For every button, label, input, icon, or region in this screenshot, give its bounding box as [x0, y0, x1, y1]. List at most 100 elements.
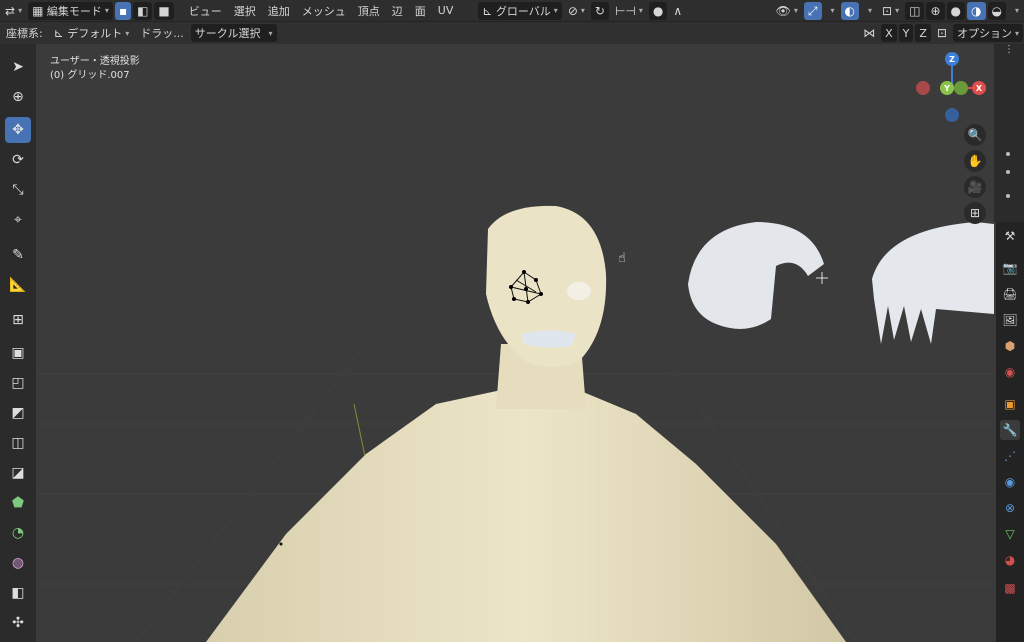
tab-texture[interactable]: ▩ [1000, 578, 1020, 598]
pan-button[interactable]: ✋ [964, 150, 986, 172]
panel-toggle-icon[interactable]: ⋮ [1004, 44, 1014, 64]
pencil-icon: ✎ [12, 247, 24, 263]
menu-uv[interactable]: UV [432, 2, 460, 20]
orientation-value: デフォルト [67, 27, 123, 40]
gizmo-z[interactable]: Z [945, 52, 959, 66]
hand-cursor: ☝ [618, 251, 626, 266]
annotate-tool-button[interactable]: ✎ [5, 242, 31, 268]
shading-material[interactable]: ◑ [967, 1, 986, 20]
tab-modifiers[interactable]: 🔧 [1000, 420, 1020, 440]
butterfly-icon-button[interactable]: ⋈ [859, 24, 879, 42]
poly-build-tool-button[interactable]: ⬟ [5, 490, 31, 516]
tab-output[interactable]: 🖨 [1000, 284, 1020, 304]
overlay-toggle[interactable]: ◐ [840, 1, 860, 20]
smooth-tool-button[interactable]: ◍ [5, 550, 31, 576]
transform-orientation-dropdown[interactable]: ⊾ グローバル ▾ [478, 1, 562, 20]
falloff-dropdown[interactable]: ∧ [669, 2, 686, 20]
menu-select[interactable]: 選択 [228, 2, 262, 20]
material-tab-icon: ◕ [1004, 553, 1016, 567]
mirror-x-toggle[interactable]: X [881, 24, 897, 42]
proportional-toggle[interactable]: ● [648, 1, 668, 20]
menu-mesh[interactable]: メッシュ [296, 2, 352, 20]
xray-toggle[interactable]: ◫ [905, 1, 925, 20]
shading-wireframe[interactable]: ⊕ [926, 1, 945, 20]
gizmo-neg-x[interactable] [916, 81, 930, 95]
edge-slide-tool-button[interactable]: ◧ [5, 580, 31, 606]
face-select-button[interactable]: ■ [154, 1, 174, 20]
rotate-tool-button[interactable]: ⟳ [5, 147, 31, 173]
menu-vertex[interactable]: 頂点 [352, 2, 386, 20]
tab-material[interactable]: ◕ [1000, 550, 1020, 570]
zoom-button[interactable]: 🔍 [964, 124, 986, 146]
loop-cut-tool-button[interactable]: ◫ [5, 430, 31, 456]
visibility-dropdown[interactable]: 👁 ▾ [772, 2, 802, 20]
knife-tool-button[interactable]: ◪ [5, 460, 31, 486]
constraint-icon: ⊗ [1004, 501, 1016, 515]
mirror-y-toggle[interactable]: Y [898, 24, 914, 42]
gizmo-toggle[interactable]: ⤢ [803, 1, 822, 20]
object-icon: ▣ [1004, 397, 1016, 411]
tab-scene[interactable]: ⬢ [1000, 336, 1020, 356]
options-dropdown[interactable]: オプション ▾ [952, 24, 1023, 42]
wrench-icon: 🔧 [1002, 423, 1018, 437]
menu-edge[interactable]: 辺 [386, 2, 409, 20]
overlay-dropdown[interactable]: ▾ [861, 2, 876, 20]
gizmo-neg-y[interactable] [954, 81, 968, 95]
menu-add[interactable]: 追加 [262, 2, 296, 20]
mesh-options-icon: ⊡ [936, 26, 947, 40]
gizmo-x[interactable]: X [972, 81, 986, 95]
dot-3 [1006, 194, 1010, 198]
move-tool-button[interactable]: ✥ [5, 117, 31, 143]
inset-icon: ◰ [11, 375, 25, 391]
shading-dropdown[interactable]: ▾ [1008, 2, 1023, 20]
tab-world[interactable]: ◉ [1000, 362, 1020, 382]
tab-particles[interactable]: ⋰ [1000, 446, 1020, 466]
tab-render[interactable]: 📷 [1000, 258, 1020, 278]
zoom-icon: 🔍 [967, 128, 983, 142]
camera-view-button[interactable]: 🎥 [964, 176, 986, 198]
orientation-dropdown[interactable]: ⊾ デフォルト ▾ [50, 24, 134, 42]
measure-tool-button[interactable]: 📐 [5, 272, 31, 298]
gizmo-neg-z[interactable] [945, 108, 959, 122]
tab-object[interactable]: ▣ [1000, 394, 1020, 414]
tab-constraints[interactable]: ⊗ [1000, 498, 1020, 518]
menu-view[interactable]: ビュー [183, 2, 228, 20]
scale-tool-button[interactable]: ⤡ [5, 177, 31, 203]
add-cube-tool-button[interactable]: ⊞ [5, 307, 31, 333]
cursor-tool-button[interactable]: ⊕ [5, 84, 31, 110]
tab-physics[interactable]: ◉ [1000, 472, 1020, 492]
mirror-z-toggle[interactable]: Z [915, 24, 931, 42]
vertex-select-button[interactable]: ▪ [114, 1, 132, 20]
tab-tool[interactable]: ⚒ [1000, 226, 1020, 246]
snap-target-dropdown[interactable]: ⊢⊣ ▾ [611, 2, 647, 20]
snap-toggle[interactable]: ↻ [590, 1, 609, 20]
particles-icon: ⋰ [1004, 449, 1016, 463]
shading-rendered[interactable]: ◒ [987, 1, 1006, 20]
menu-face[interactable]: 面 [409, 2, 432, 20]
pivot-button[interactable]: ⊘ ▾ [564, 2, 589, 20]
select-tool-button[interactable]: ➤ [5, 54, 31, 80]
solid-icon: ● [950, 3, 962, 18]
editor-type-button[interactable]: ⇄ ▾ [1, 2, 26, 20]
3d-viewport[interactable]: ☝ ユーザー・透視投影 (0) グリッド.007 Z X Y 🔍 ✋ 🎥 ⊞ [36, 44, 994, 642]
spin-tool-button[interactable]: ◔ [5, 520, 31, 546]
tab-view-layer[interactable]: 🖼 [1000, 310, 1020, 330]
mesh-edit-overlay[interactable]: ⊡ ▾ [878, 2, 903, 20]
transform-tool-button[interactable]: ⌖ [5, 207, 31, 233]
extrude-tool-button[interactable]: ▣ [5, 340, 31, 366]
properties-tabs: ⚒ 📷 🖨 🖼 ⬢ ◉ ▣ 🔧 ⋰ ◉ ⊗ ▽ ◕ ▩ [996, 222, 1024, 642]
select-mode-dropdown[interactable]: サークル選択 ▾ [190, 24, 277, 42]
edge-select-button[interactable]: ◧ [133, 1, 153, 20]
mode-dropdown[interactable]: ▦ 編集モード ▾ [28, 1, 113, 20]
ortho-toggle-button[interactable]: ⊞ [964, 202, 986, 224]
shading-solid[interactable]: ● [946, 1, 966, 20]
mesh-options-icon-button[interactable]: ⊡ [933, 24, 951, 42]
bevel-tool-button[interactable]: ◩ [5, 400, 31, 426]
inset-tool-button[interactable]: ◰ [5, 370, 31, 396]
shrink-tool-button[interactable]: ✣ [5, 610, 31, 636]
tab-data[interactable]: ▽ [1000, 524, 1020, 544]
gizmo-dropdown[interactable]: ▾ [824, 2, 839, 20]
xray-icon: ◫ [909, 3, 921, 18]
spin-icon: ◔ [11, 525, 25, 541]
gizmo-y[interactable]: Y [940, 81, 954, 95]
